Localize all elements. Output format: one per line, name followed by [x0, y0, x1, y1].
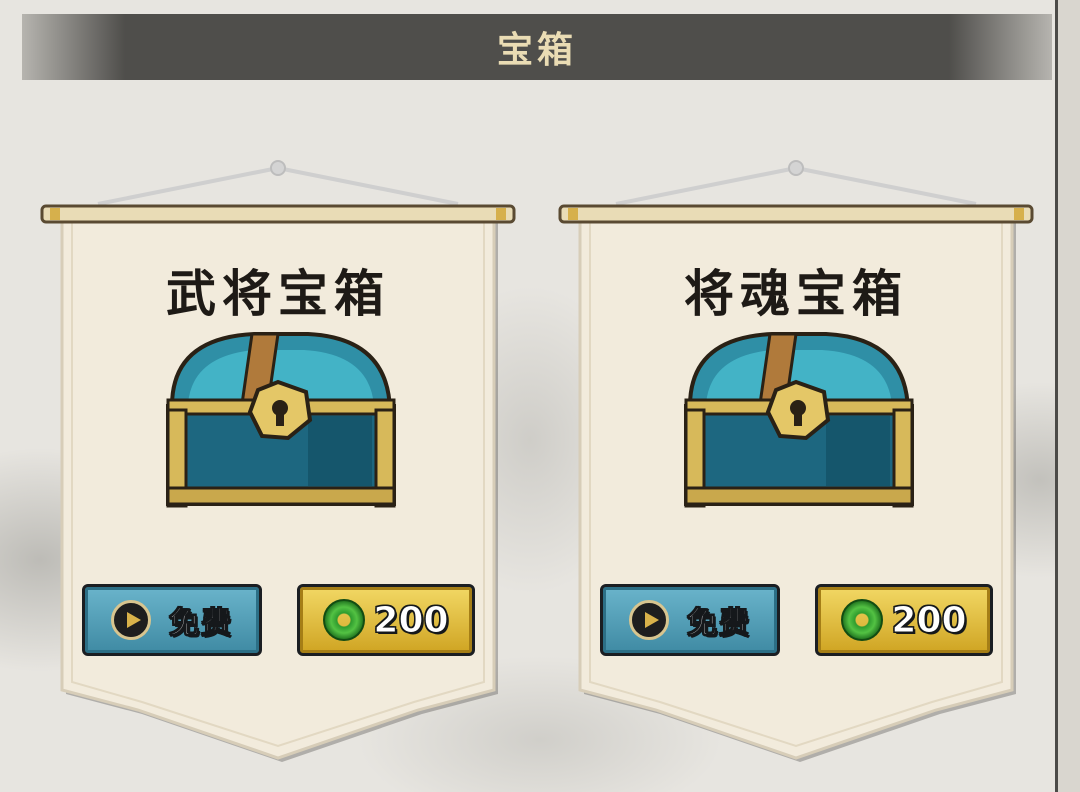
free-open-button[interactable]: 免费 [600, 584, 780, 656]
page-title: 宝箱 [496, 29, 577, 71]
free-label: 免费 [687, 606, 751, 642]
buy-with-jade-button[interactable]: 200 [815, 584, 993, 656]
banner-title: 将魂宝箱 [684, 264, 908, 323]
banner-title: 武将宝箱 [166, 264, 390, 323]
price-label: 200 [373, 599, 449, 641]
chest-banner-soul: 将魂宝箱 免费 200 [556, 150, 1036, 770]
free-open-button[interactable]: 免费 [82, 584, 262, 656]
buy-with-jade-button[interactable]: 200 [297, 584, 475, 656]
treasure-chest-icon [684, 332, 914, 508]
play-icon [111, 600, 151, 640]
play-icon [629, 600, 669, 640]
free-label: 免费 [169, 606, 233, 642]
jade-coin-icon [323, 599, 366, 641]
jade-coin-icon [841, 599, 884, 641]
header-bar: 宝箱 [22, 14, 1052, 80]
chest-banner-general: 武将宝箱 免费 200 [38, 150, 518, 770]
treasure-chest-icon [166, 332, 396, 508]
right-scroll-rail [1055, 0, 1080, 792]
price-label: 200 [891, 599, 967, 641]
